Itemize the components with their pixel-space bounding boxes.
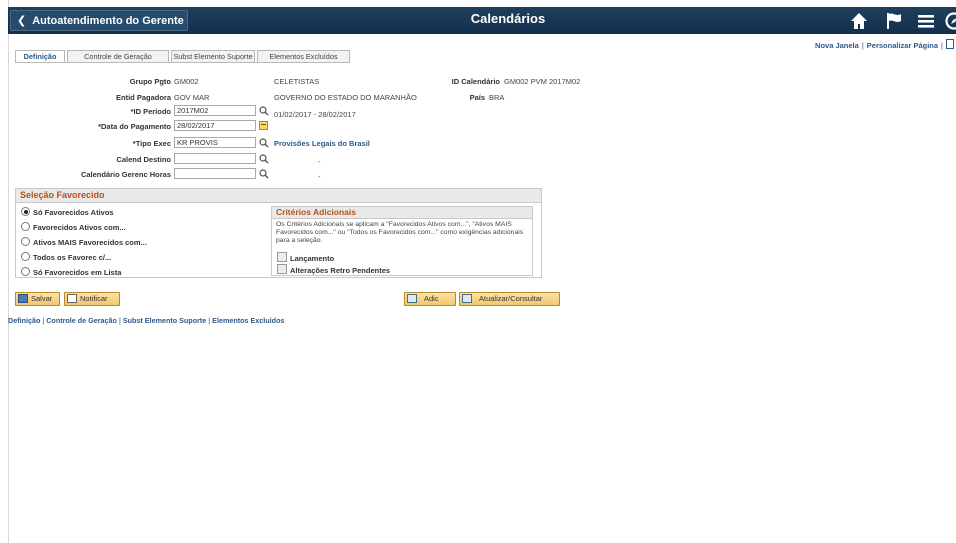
notify-icon <box>67 294 77 303</box>
save-button[interactable]: Salvar <box>15 292 60 306</box>
navbar-icon[interactable] <box>944 11 956 31</box>
grupo-pgto-value: GM002 <box>174 77 199 86</box>
calendario-gerenc-horas-label: Calendário Gerenc Horas <box>80 170 171 179</box>
back-button[interactable]: ❮ Autoatendimento do Gerente <box>10 10 188 31</box>
radio-label: Todos os Favorec c/... <box>33 253 112 262</box>
radio-button[interactable] <box>21 252 30 261</box>
calendar-icon[interactable] <box>259 121 268 130</box>
tipo-exec-lookup-icon[interactable] <box>259 138 269 148</box>
section-title: Seleção Favorecido <box>16 189 541 203</box>
bottom-link-elementos-excluidos[interactable]: Elementos Excluídos <box>212 316 284 325</box>
grupo-pgto-label: Grupo Pgto <box>129 77 171 86</box>
personalize-page-link[interactable]: Personalizar Página <box>867 41 938 50</box>
periodo-date-range: 01/02/2017 - 28/02/2017 <box>274 110 356 119</box>
update-display-button-label: Atualizar/Consultar <box>479 294 543 303</box>
radio-favorecidos-ativos-com[interactable]: Favorecidos Ativos com... <box>21 222 126 234</box>
bottom-navigation-links: Definição | Controle de Geração | Subst Elem… <box>8 316 284 325</box>
selecao-favorecido-section: Seleção Favorecido Só Favorecidos Ativos… <box>15 188 542 278</box>
entid-pagadora-value: GOV MAR <box>174 93 210 102</box>
radio-ativos-mais-favorecidos[interactable]: Ativos MAIS Favorecidos com... <box>21 237 147 249</box>
tab-controle-geracao[interactable]: Controle de Geração <box>67 50 169 62</box>
left-frame-border <box>0 0 9 543</box>
criterios-adicionais-panel: Critérios Adicionais Os Critérios Adicio… <box>271 206 533 276</box>
checkbox-alteracoes-retro[interactable]: Alterações Retro Pendentes <box>277 264 390 275</box>
entid-pagadora-description: GOVERNO DO ESTADO DO MARANHÃO <box>274 93 417 102</box>
page-title: Calendários <box>470 11 546 26</box>
criterios-adicionais-text: Os Critérios Adicionais se aplicam a "Fa… <box>276 221 524 244</box>
calendario-gerenc-description: - <box>318 172 321 181</box>
link-separator: | <box>208 316 211 325</box>
link-separator: | <box>42 316 45 325</box>
data-pagamento-input[interactable]: 28/02/2017 <box>174 120 256 131</box>
calendario-gerenc-horas-input[interactable] <box>174 168 256 179</box>
notify-button-label: Notificar <box>80 294 108 303</box>
pais-value: BRA <box>489 93 505 102</box>
checkbox[interactable] <box>277 264 287 274</box>
tab-subst-elemento-suporte[interactable]: Subst Elemento Suporte <box>171 50 255 62</box>
header-bar: ❮ Autoatendimento do Gerente Calendários <box>8 7 956 34</box>
calend-destino-input[interactable] <box>174 153 256 164</box>
id-periodo-label: *ID Período <box>130 107 171 116</box>
calend-destino-description: - <box>318 157 321 166</box>
radio-label: Só Favorecidos em Lista <box>33 268 122 277</box>
bottom-link-subst-elemento-suporte[interactable]: Subst Elemento Suporte <box>123 316 206 325</box>
radio-button-selected[interactable] <box>21 207 30 216</box>
tipo-exec-description-link[interactable]: Provisões Legais do Brasil <box>274 139 370 148</box>
data-pagamento-label: *Data do Pagamento <box>98 122 171 131</box>
radio-button[interactable] <box>21 267 30 276</box>
help-icon[interactable] <box>946 39 954 49</box>
chevron-left-icon: ❮ <box>17 15 27 27</box>
calend-destino-label: Calend Destino <box>116 155 171 164</box>
checkbox-label: Lançamento <box>290 254 335 263</box>
add-icon <box>407 294 417 303</box>
radio-button[interactable] <box>21 222 30 231</box>
id-calendario-label: ID Calendário <box>451 77 500 86</box>
criterios-adicionais-title: Critérios Adicionais <box>272 207 532 219</box>
link-separator: | <box>118 316 121 325</box>
entid-pagadora-label: Entid Pagadora <box>115 93 171 102</box>
tipo-exec-label: *Tipo Exec <box>132 139 171 148</box>
notify-button[interactable]: Notificar <box>64 292 120 306</box>
radio-label: Ativos MAIS Favorecidos com... <box>33 238 147 247</box>
radio-so-favorecidos-ativos[interactable]: Só Favorecidos Ativos <box>21 207 114 219</box>
checkbox[interactable] <box>277 252 287 262</box>
link-separator: | <box>861 41 864 50</box>
tipo-exec-input[interactable]: KR PROVIS <box>174 137 256 148</box>
update-display-icon <box>462 294 472 303</box>
id-periodo-input[interactable]: 2017M02 <box>174 105 256 116</box>
add-button-label: Adic <box>424 294 439 303</box>
menu-icon[interactable] <box>916 11 936 31</box>
tab-elementos-excluidos[interactable]: Elementos Excluídos <box>257 50 350 62</box>
pais-label: País <box>469 93 485 102</box>
save-button-label: Salvar <box>31 294 53 303</box>
new-window-link[interactable]: Nova Janela <box>815 41 859 50</box>
checkbox-lancamento[interactable]: Lançamento <box>277 252 334 263</box>
grupo-pgto-description: CELETISTAS <box>274 77 320 86</box>
checkbox-label: Alterações Retro Pendentes <box>290 266 391 275</box>
radio-label: Favorecidos Ativos com... <box>33 223 126 232</box>
radio-label: Só Favorecidos Ativos <box>33 208 114 217</box>
calend-destino-lookup-icon[interactable] <box>259 154 269 164</box>
home-icon[interactable] <box>849 11 869 31</box>
back-button-label: Autoatendimento do Gerente <box>32 15 184 27</box>
add-button[interactable]: Adic <box>404 292 456 306</box>
id-periodo-lookup-icon[interactable] <box>259 106 269 116</box>
bottom-link-controle-geracao[interactable]: Controle de Geração <box>46 316 117 325</box>
calendario-gerenc-lookup-icon[interactable] <box>259 169 269 179</box>
flag-icon[interactable] <box>884 11 904 31</box>
update-display-button[interactable]: Atualizar/Consultar <box>459 292 560 306</box>
id-calendario-value: GM002 PVM 2017M02 <box>504 77 581 86</box>
save-icon <box>18 294 28 303</box>
tab-underline <box>15 62 350 63</box>
top-links: Nova Janela | Personalizar Página | <box>815 39 954 50</box>
radio-so-favorecidos-em-lista[interactable]: Só Favorecidos em Lista <box>21 267 121 279</box>
radio-button[interactable] <box>21 237 30 246</box>
bottom-link-definicao[interactable]: Definição <box>8 316 40 325</box>
link-separator: | <box>941 41 943 50</box>
radio-todos-os-favorec[interactable]: Todos os Favorec c/... <box>21 252 111 264</box>
